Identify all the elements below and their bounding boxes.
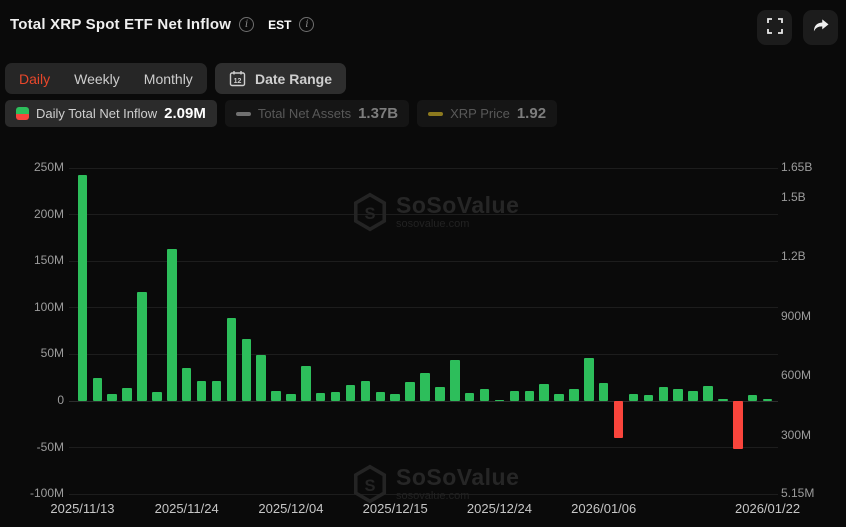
- inflow-bar-positive[interactable]: [167, 249, 177, 401]
- y-axis-tick-left: 0: [0, 393, 64, 407]
- inflow-bar-positive[interactable]: [242, 339, 252, 401]
- inflow-bar-positive[interactable]: [271, 391, 281, 401]
- inflow-bar-positive[interactable]: [748, 395, 758, 401]
- y-axis-tick-right: 1.65B: [781, 160, 812, 174]
- inflow-bar-positive[interactable]: [718, 399, 728, 401]
- x-axis-date-label: 2025/12/04: [258, 501, 323, 516]
- y-axis-tick-left: 50M: [0, 346, 64, 360]
- inflow-bar-positive[interactable]: [703, 386, 713, 401]
- x-axis-date-label: 2025/11/24: [155, 501, 219, 516]
- inflow-bar-positive[interactable]: [644, 395, 654, 401]
- inflow-bar-positive[interactable]: [301, 366, 311, 401]
- inflow-bar-positive[interactable]: [256, 355, 266, 401]
- y-axis-tick-left: 200M: [0, 207, 64, 221]
- y-axis-tick-right: 900M: [781, 309, 811, 323]
- inflow-bar-positive[interactable]: [137, 292, 147, 401]
- inflow-bar-positive[interactable]: [405, 382, 415, 401]
- y-axis-tick-right: 600M: [781, 368, 811, 382]
- y-axis-tick-right: 5.15M: [781, 486, 814, 500]
- inflow-bar-positive[interactable]: [450, 360, 460, 401]
- inflow-bar-positive[interactable]: [539, 384, 549, 401]
- y-axis-tick-right: 1.5B: [781, 190, 806, 204]
- inflow-bar-positive[interactable]: [122, 388, 132, 401]
- inflow-bar-positive[interactable]: [212, 381, 222, 401]
- inflow-bar-positive[interactable]: [286, 394, 296, 401]
- inflow-bar-positive[interactable]: [331, 392, 341, 401]
- inflow-bar-positive[interactable]: [584, 358, 594, 401]
- inflow-bar-negative[interactable]: [733, 401, 743, 449]
- x-axis-date-label: 2025/12/24: [467, 501, 532, 516]
- x-axis-date-label: 2025/11/13: [50, 501, 114, 516]
- inflow-bar-positive[interactable]: [465, 393, 475, 401]
- inflow-bar-positive[interactable]: [390, 394, 400, 401]
- x-axis-date-label: 2025/12/15: [363, 501, 428, 516]
- inflow-bar-positive[interactable]: [227, 318, 237, 401]
- gridline: [69, 214, 778, 215]
- inflow-bar-negative[interactable]: [614, 401, 624, 438]
- y-axis-tick-right: 300M: [781, 428, 811, 442]
- inflow-bar-positive[interactable]: [599, 383, 609, 401]
- inflow-bar-positive[interactable]: [525, 391, 535, 401]
- inflow-bar-positive[interactable]: [435, 387, 445, 401]
- bar-chart: 250M 200M 150M 100M 50M 0 -50M -100M 1.65B 1.5B 1.…: [0, 0, 846, 527]
- xrp-etf-inflow-panel: Total XRP Spot ETF Net Inflow i EST i Da…: [0, 0, 846, 527]
- x-axis-date-label: 2026/01/06: [571, 501, 636, 516]
- y-axis-tick-left: -50M: [0, 440, 64, 454]
- inflow-bar-positive[interactable]: [93, 378, 103, 401]
- inflow-bar-positive[interactable]: [673, 389, 683, 401]
- y-axis-tick-left: -100M: [0, 486, 64, 500]
- inflow-bar-positive[interactable]: [510, 391, 520, 401]
- inflow-bar-positive[interactable]: [316, 393, 326, 401]
- y-axis-tick-left: 100M: [0, 300, 64, 314]
- inflow-bar-positive[interactable]: [197, 381, 207, 401]
- inflow-bar-positive[interactable]: [688, 391, 698, 401]
- x-axis-date-label: 2026/01/22: [735, 501, 800, 516]
- gridline: [69, 168, 778, 169]
- inflow-bar-positive[interactable]: [376, 392, 386, 401]
- gridline: [69, 494, 778, 495]
- gridline: [69, 447, 778, 448]
- inflow-bar-positive[interactable]: [182, 368, 192, 401]
- y-axis-tick-left: 150M: [0, 253, 64, 267]
- inflow-bar-positive[interactable]: [346, 385, 356, 401]
- inflow-bar-positive[interactable]: [78, 175, 88, 401]
- inflow-bar-positive[interactable]: [480, 389, 490, 401]
- inflow-bar-positive[interactable]: [554, 394, 564, 401]
- inflow-bar-positive[interactable]: [629, 394, 639, 401]
- inflow-bar-positive[interactable]: [107, 394, 117, 401]
- inflow-bar-positive[interactable]: [659, 387, 669, 401]
- inflow-bar-positive[interactable]: [495, 400, 505, 401]
- y-axis-tick-right: 1.2B: [781, 249, 806, 263]
- inflow-bar-positive[interactable]: [569, 389, 579, 401]
- inflow-bar-positive[interactable]: [152, 392, 162, 401]
- inflow-bar-positive[interactable]: [361, 381, 371, 401]
- inflow-bar-positive[interactable]: [420, 373, 430, 401]
- y-axis-tick-left: 250M: [0, 160, 64, 174]
- inflow-bar-positive[interactable]: [763, 399, 773, 401]
